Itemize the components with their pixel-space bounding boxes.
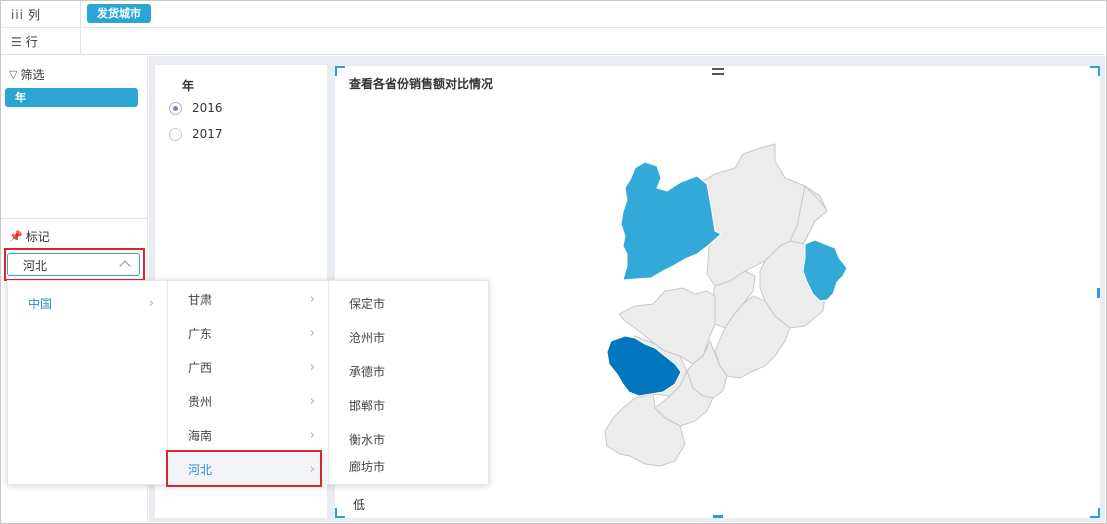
year-option-2016[interactable]: 2016	[169, 101, 223, 115]
cascader-option-label: 贵州	[188, 395, 213, 409]
cascader-option-baoding[interactable]: 保定市	[329, 287, 488, 321]
cascader-option-langfang[interactable]: 廊坊市	[329, 457, 488, 484]
cascader-option-label: 廊坊市	[349, 460, 386, 474]
cascader-option-label: 中国	[28, 297, 53, 311]
cascader-level3: 保定市 沧州市 承德市 邯郸市 衡水市 廊坊市	[328, 281, 488, 484]
filter-year-pill[interactable]: 年	[5, 88, 138, 107]
cascader-option-gansu[interactable]: 甘肃 ›	[168, 283, 327, 317]
resize-corner-br[interactable]	[1090, 508, 1100, 518]
year-filter-title: 年	[182, 79, 195, 93]
mark-section-title: 📌 标记	[9, 228, 50, 245]
resize-handle-bottom[interactable]	[713, 515, 723, 518]
resize-corner-tl[interactable]	[335, 66, 345, 76]
mark-select-highlight	[4, 248, 145, 281]
chevron-right-icon: ›	[148, 296, 154, 311]
cascader-option-label: 承德市	[349, 365, 386, 379]
chevron-right-icon: ›	[309, 394, 315, 409]
cascader-option-guangxi[interactable]: 广西 ›	[168, 351, 327, 385]
radio-unchecked-icon[interactable]	[169, 127, 182, 141]
row-shelf-label: ☰ 行	[11, 33, 38, 50]
legend-low-label: 低	[353, 498, 366, 512]
column-shelf-label: iii 列	[11, 6, 40, 23]
shelf-divider	[80, 1, 81, 27]
chevron-right-icon: ›	[309, 360, 315, 375]
columns-icon: iii	[11, 7, 25, 22]
cascader-option-label: 沧州市	[349, 331, 386, 345]
panel-divider	[1, 218, 147, 219]
cascader-option-guangdong[interactable]: 广东 ›	[168, 317, 327, 351]
column-shelf[interactable]: iii 列 发货城市	[1, 1, 1105, 28]
mark-section-label: 标记	[25, 230, 50, 244]
cascader-option-handan[interactable]: 邯郸市	[329, 389, 488, 423]
year-option-label: 2017	[192, 127, 223, 141]
cascader-option-hengshui[interactable]: 衡水市	[329, 423, 488, 457]
filter-section-label: 筛选	[20, 68, 45, 82]
resize-corner-bl[interactable]	[335, 508, 345, 518]
cascader-option-label: 邯郸市	[349, 399, 386, 413]
cascader-option-chengde[interactable]: 承德市	[329, 355, 488, 389]
chevron-right-icon: ›	[309, 292, 315, 307]
resize-corner-tr[interactable]	[1090, 66, 1100, 76]
pin-icon: 📌	[9, 230, 23, 243]
cascader-option-china[interactable]: 中国 ›	[8, 287, 166, 321]
column-field-pill[interactable]: 发货城市	[87, 4, 151, 23]
filter-section-title: ▽ 筛选	[9, 66, 44, 83]
cascader-option-label: 保定市	[349, 297, 386, 311]
cascader-option-label: 衡水市	[349, 433, 386, 447]
chevron-right-icon: ›	[309, 428, 315, 443]
column-shelf-text: 列	[28, 8, 41, 22]
cascader-option-label: 甘肃	[188, 293, 213, 307]
row-shelf-text: 行	[25, 35, 38, 49]
cascader-option-label: 广西	[188, 361, 213, 375]
rows-icon: ☰	[11, 34, 22, 49]
shelf-divider	[80, 28, 81, 54]
year-option-label: 2016	[192, 101, 223, 115]
hebei-option-highlight	[166, 450, 322, 487]
radio-checked-icon[interactable]	[169, 101, 182, 115]
cascader-level1: 中国 ›	[8, 281, 166, 484]
cascader-option-cangzhou[interactable]: 沧州市	[329, 321, 488, 355]
resize-handle-right[interactable]	[1097, 288, 1100, 298]
filter-icon: ▽	[9, 68, 18, 81]
row-shelf[interactable]: ☰ 行	[1, 28, 1105, 55]
cascader-option-label: 广东	[188, 327, 213, 341]
cascader-option-label: 海南	[188, 429, 213, 443]
cascader-option-hainan[interactable]: 海南 ›	[168, 419, 327, 453]
chevron-right-icon: ›	[309, 326, 315, 341]
year-option-2017[interactable]: 2017	[169, 127, 223, 141]
cascader-option-guizhou[interactable]: 贵州 ›	[168, 385, 327, 419]
